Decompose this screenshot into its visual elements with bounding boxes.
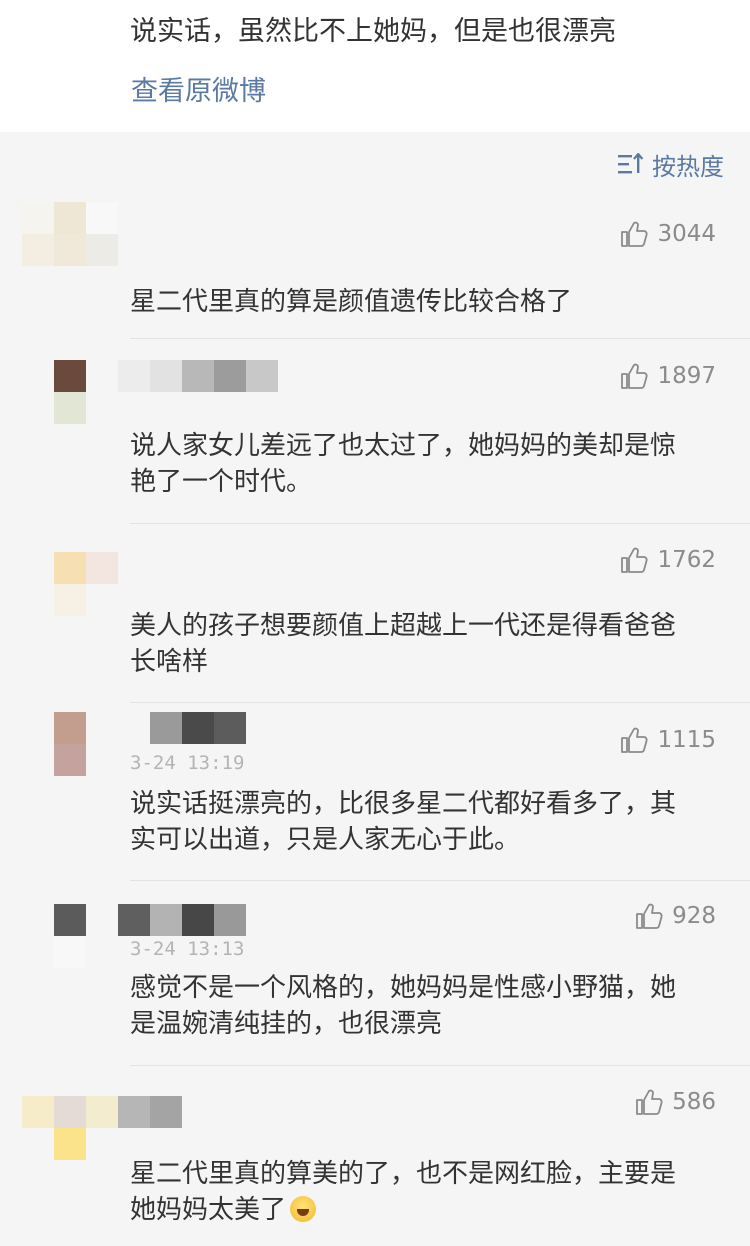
comment-item: 3-24 13:19 1115 说实话挺漂亮的，比很多星二代都好看多了，其实可以…: [0, 704, 750, 882]
comment-item: 1897 说人家女儿差远了也太过了，她妈妈的美却是惊艳了一个时代。: [0, 340, 750, 524]
thumbs-up-icon: [621, 727, 648, 753]
like-button[interactable]: 586: [634, 1082, 716, 1122]
like-button[interactable]: 928: [634, 896, 716, 936]
username[interactable]: [118, 904, 246, 936]
like-count: 928: [672, 903, 716, 929]
username[interactable]: [118, 360, 278, 392]
avatar[interactable]: [54, 552, 86, 616]
avatar[interactable]: [22, 1096, 118, 1160]
avatar[interactable]: [54, 904, 86, 968]
view-original-link[interactable]: 查看原微博: [131, 72, 266, 112]
comment-text-content: 星二代里真的算美的了，也不是网红脸，主要是她妈妈太美了: [130, 1159, 677, 1225]
divider: [130, 880, 750, 881]
sort-by-hot-button[interactable]: 按热度: [618, 146, 724, 182]
username[interactable]: [150, 712, 246, 744]
divider: [130, 338, 750, 339]
like-count: 586: [672, 1089, 716, 1115]
comment-text: 说人家女儿差远了也太过了，她妈妈的美却是惊艳了一个时代。: [130, 431, 677, 497]
top-comment-card: 说实话，虽然比不上她妈，但是也很漂亮 查看原微博: [0, 0, 750, 132]
thumbs-up-icon: [621, 547, 648, 573]
comment-text: 说实话挺漂亮的，比很多星二代都好看多了，其实可以出道，只是人家无心于此。: [130, 789, 677, 855]
comment-timestamp: 3-24 13:13: [130, 938, 245, 960]
comment-item: 3044 星二代里真的算是颜值遗传比较合格了: [0, 196, 750, 340]
like-count: 1897: [657, 363, 716, 389]
like-count: 3044: [657, 221, 716, 247]
comment-text: 美人的孩子想要颜值上超越上一代还是得看爸爸长啥样: [130, 611, 677, 677]
like-button[interactable]: 3044: [619, 214, 716, 254]
comment-text: 星二代里真的算美的了，也不是网红脸，主要是她妈妈太美了: [130, 1156, 700, 1228]
like-button[interactable]: 1115: [619, 720, 716, 760]
sort-icon: [618, 153, 644, 174]
avatar[interactable]: [22, 202, 118, 266]
comment-item: 586 星二代里真的算美的了，也不是网红脸，主要是她妈妈太美了: [0, 1066, 750, 1246]
top-comment-text: 说实话，虽然比不上她妈，但是也很漂亮: [130, 16, 616, 47]
thumbs-up-icon: [636, 903, 663, 929]
username[interactable]: [86, 552, 118, 584]
comment-text: 星二代里真的算是颜值遗传比较合格了: [130, 287, 573, 317]
sort-label: 按热度: [652, 152, 724, 181]
comment-item: 1762 美人的孩子想要颜值上超越上一代还是得看爸爸长啥样: [0, 524, 750, 704]
comment-item: 3-24 13:13 928 感觉不是一个风格的，她妈妈是性感小野猫，她是温婉清…: [0, 882, 750, 1066]
username[interactable]: [118, 1096, 182, 1128]
avatar[interactable]: [54, 712, 86, 776]
comment-text: 感觉不是一个风格的，她妈妈是性感小野猫，她是温婉清纯挂的，也很漂亮: [130, 973, 677, 1039]
laugh-cry-emoji-icon: [290, 1196, 317, 1222]
thumbs-up-icon: [636, 1089, 663, 1115]
thumbs-up-icon: [621, 221, 648, 247]
like-button[interactable]: 1897: [619, 356, 716, 396]
thumbs-up-icon: [621, 363, 648, 389]
avatar[interactable]: [54, 360, 86, 424]
comment-timestamp: 3-24 13:19: [130, 752, 245, 774]
like-button[interactable]: 1762: [619, 540, 716, 580]
like-count: 1762: [657, 547, 716, 573]
divider: [130, 702, 750, 703]
like-count: 1115: [657, 727, 716, 753]
